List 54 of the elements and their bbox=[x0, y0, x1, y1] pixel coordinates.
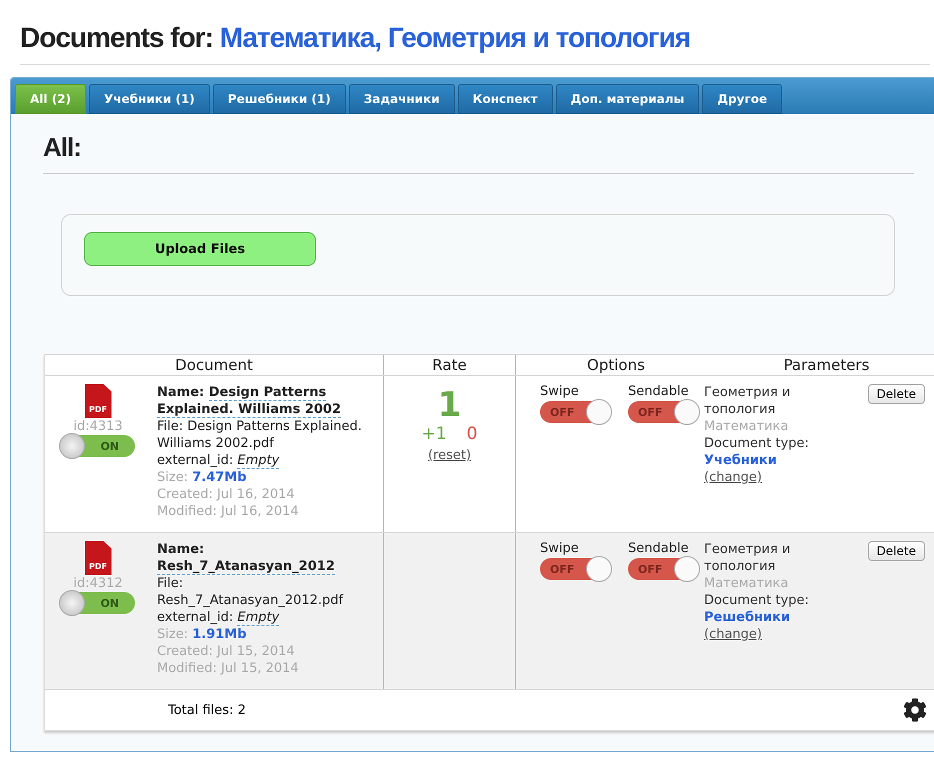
upload-button[interactable]: Upload Files bbox=[84, 232, 316, 266]
tab[interactable]: Конспект bbox=[458, 84, 553, 114]
document-type-label: Document type: bbox=[704, 592, 810, 609]
modified-date: Modified: Jul 15, 2014 bbox=[157, 660, 300, 677]
tab[interactable]: All (2) bbox=[15, 84, 86, 114]
option-label: Sendable bbox=[628, 384, 689, 399]
created-date: Created: Jul 16, 2014 bbox=[157, 486, 296, 503]
reset-link[interactable]: (reset) bbox=[428, 448, 472, 463]
document-type-label: Document type: bbox=[704, 435, 810, 452]
option-toggle[interactable]: OFF bbox=[628, 558, 698, 580]
enabled-toggle[interactable]: ON bbox=[61, 592, 135, 614]
enabled-toggle[interactable]: ON bbox=[61, 435, 135, 457]
column-header: Options bbox=[586, 355, 646, 375]
category-name: Геометрия и топология bbox=[704, 541, 792, 575]
pdf-icon: PDF bbox=[84, 384, 112, 418]
document-id: id:4313 bbox=[73, 418, 123, 435]
document-type: Решебники bbox=[704, 609, 792, 626]
rating-total: 1 bbox=[436, 386, 462, 424]
modified-date: Modified: Jul 16, 2014 bbox=[157, 503, 300, 520]
category-name: Геометрия и топология bbox=[704, 384, 792, 418]
tab[interactable]: Решебники (1) bbox=[212, 84, 346, 114]
settings-icon[interactable] bbox=[903, 698, 927, 722]
document-name: Name: Resh_7_Atanasyan_2012 bbox=[157, 541, 336, 575]
tab[interactable]: Учебники (1) bbox=[89, 84, 210, 114]
file-size: Size: 1.91Mb bbox=[157, 626, 248, 643]
pdf-icon: PDF bbox=[84, 541, 112, 575]
created-date: Created: Jul 15, 2014 bbox=[157, 643, 296, 660]
option-label: Sendable bbox=[628, 541, 689, 556]
total-files: Total files: 2 bbox=[168, 702, 246, 718]
change-link[interactable]: (change) bbox=[704, 627, 762, 642]
tab[interactable]: Другое bbox=[702, 84, 782, 114]
document-type: Учебники bbox=[704, 452, 778, 469]
option-toggle[interactable]: OFF bbox=[540, 558, 610, 580]
document-id: id:4312 bbox=[73, 575, 123, 592]
option-toggle[interactable]: OFF bbox=[628, 401, 698, 423]
file-size: Size: 7.47Mb bbox=[157, 469, 248, 486]
column-header: Parameters bbox=[782, 355, 870, 375]
external-id: external_id: Empty bbox=[157, 609, 280, 626]
option-label: Swipe bbox=[540, 541, 579, 556]
external-id: external_id: Empty bbox=[157, 452, 280, 469]
option-label: Swipe bbox=[540, 384, 579, 399]
option-toggle[interactable]: OFF bbox=[540, 401, 610, 423]
change-link[interactable]: (change) bbox=[704, 470, 762, 485]
section-heading: All: bbox=[43, 132, 914, 174]
subject-name: Математика bbox=[704, 418, 790, 435]
tab[interactable]: Доп. материалы bbox=[556, 84, 700, 114]
page-title: Documents for: Математика, Геометрия и топология bbox=[20, 22, 930, 65]
tab[interactable]: Задачники bbox=[348, 84, 455, 114]
delete-button[interactable]: Delete bbox=[868, 384, 925, 404]
upvote-count: +1 bbox=[422, 424, 447, 444]
subject-name: Математика bbox=[704, 575, 790, 592]
downvote-count: 0 bbox=[466, 424, 478, 444]
delete-button[interactable]: Delete bbox=[868, 541, 925, 561]
document-name: Name: Design Patterns Explained. Williams 2002 bbox=[157, 384, 342, 418]
